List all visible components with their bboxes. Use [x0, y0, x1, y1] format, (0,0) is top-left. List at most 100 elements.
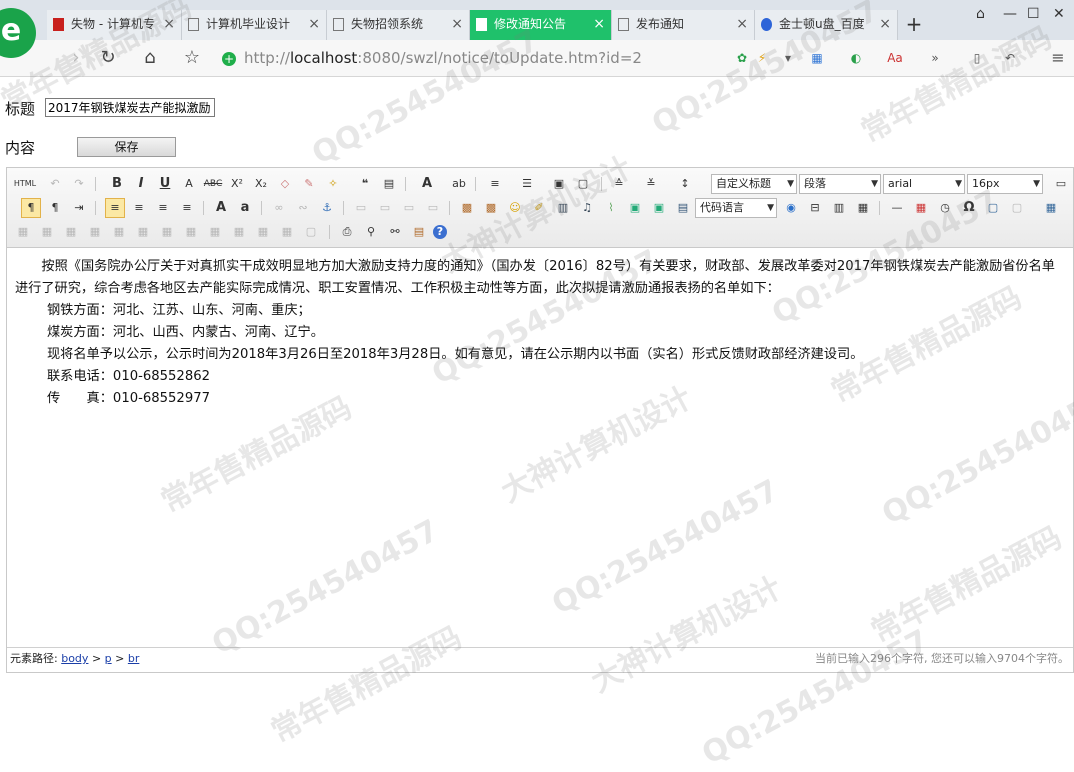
date-icon[interactable]: ▦: [911, 198, 931, 218]
web-picture-icon[interactable]: ◉: [781, 198, 801, 218]
close-icon[interactable]: ×: [163, 10, 175, 39]
horizontal-rule-icon[interactable]: —: [887, 198, 907, 218]
insert-caption-icon[interactable]: ▦: [253, 222, 273, 242]
font-size-select[interactable]: 16px ▼: [967, 174, 1043, 194]
insert-col-icon[interactable]: ▦: [61, 222, 81, 242]
tab-lost-items[interactable]: 失物 - 计算机专 ×: [47, 10, 182, 40]
image-none-icon[interactable]: ▭: [351, 198, 371, 218]
fullscreen-icon[interactable]: ▭: [1051, 174, 1071, 194]
delete-col-icon[interactable]: ▦: [85, 222, 105, 242]
path-item-body[interactable]: body: [61, 652, 88, 665]
word-image-icon[interactable]: ▢: [1007, 198, 1027, 218]
html-source-icon[interactable]: HTML: [13, 174, 37, 194]
special-chars-icon[interactable]: Ω: [959, 198, 979, 218]
print-icon[interactable]: ⎙: [337, 222, 357, 242]
code-language-select[interactable]: 代码语言 ▼: [695, 198, 777, 218]
close-icon[interactable]: ×: [879, 10, 891, 39]
direction-ltr-icon[interactable]: ¶: [21, 198, 41, 218]
search-replace-icon[interactable]: ⚯: [385, 222, 405, 242]
split-cols-icon[interactable]: ▦: [229, 222, 249, 242]
uppercase-icon[interactable]: A: [211, 198, 231, 218]
heading-select[interactable]: 自定义标题 ▼: [711, 174, 797, 194]
map-icon[interactable]: ▣: [625, 198, 645, 218]
more-chevron-icon[interactable]: »: [926, 49, 944, 67]
attachment-icon[interactable]: ⌇: [601, 198, 621, 218]
snapscreen-icon[interactable]: ▢: [983, 198, 1003, 218]
skin-icon[interactable]: ⌂: [976, 6, 985, 22]
subscript-icon[interactable]: X₂: [251, 174, 271, 194]
grid-apps-icon[interactable]: ▦: [808, 49, 826, 67]
insert-frame-icon[interactable]: ▤: [673, 198, 693, 218]
close-icon[interactable]: ×: [451, 10, 463, 39]
tab-publish-notice[interactable]: 发布通知 ×: [612, 10, 755, 40]
align-center-icon[interactable]: ≡: [129, 198, 149, 218]
undo-icon[interactable]: ↶: [1001, 49, 1019, 67]
emoticon-icon[interactable]: ☺: [505, 198, 525, 218]
row-spacing-top-icon[interactable]: ≙: [609, 174, 629, 194]
image-right-icon[interactable]: ▭: [399, 198, 419, 218]
draft-icon[interactable]: ▤: [409, 222, 429, 242]
image-left-icon[interactable]: ▭: [375, 198, 395, 218]
phone-icon[interactable]: ▯: [968, 49, 986, 67]
save-button[interactable]: 保存: [77, 137, 176, 157]
new-tab-button[interactable]: +: [900, 10, 928, 40]
link-icon[interactable]: ∞: [269, 198, 289, 218]
delete-row-icon[interactable]: ▦: [37, 222, 57, 242]
font-color-icon[interactable]: A: [417, 174, 437, 194]
close-icon[interactable]: ×: [593, 10, 605, 39]
chevron-down-icon[interactable]: ▾: [779, 49, 797, 67]
maximize-icon[interactable]: ☐: [1027, 6, 1040, 22]
eraser-icon[interactable]: ◇: [275, 174, 295, 194]
blockquote-icon[interactable]: ❝: [355, 174, 375, 194]
row-spacing-bottom-icon[interactable]: ≚: [641, 174, 661, 194]
indent-icon[interactable]: ⇥: [69, 198, 89, 218]
italic-icon[interactable]: I: [131, 174, 151, 194]
music-icon[interactable]: ♫: [577, 198, 597, 218]
align-right-icon[interactable]: ≡: [153, 198, 173, 218]
image-center-icon[interactable]: ▭: [423, 198, 443, 218]
tab-lost-found-system[interactable]: 失物招领系统 ×: [327, 10, 470, 40]
title-input[interactable]: [45, 98, 215, 117]
image-icon[interactable]: ▩: [457, 198, 477, 218]
paragraph-select[interactable]: 段落 ▼: [799, 174, 881, 194]
tab-edit-notice[interactable]: 修改通知公告 ×: [470, 10, 612, 40]
security-icon[interactable]: ◐: [847, 49, 865, 67]
auto-format-icon[interactable]: ✧: [323, 174, 343, 194]
close-icon[interactable]: ×: [308, 10, 320, 39]
select-all-icon[interactable]: ▣: [549, 174, 569, 194]
forward-icon[interactable]: ›: [64, 46, 88, 70]
path-item-br[interactable]: br: [128, 652, 140, 665]
unlink-icon[interactable]: ∾: [293, 198, 313, 218]
merge-cells-icon[interactable]: ▦: [109, 222, 129, 242]
align-justify-icon[interactable]: ≡: [177, 198, 197, 218]
redo-icon[interactable]: ↷: [69, 174, 89, 194]
background-icon[interactable]: ▦: [853, 198, 873, 218]
paste-plain-icon[interactable]: ▤: [379, 174, 399, 194]
multi-image-icon[interactable]: ▩: [481, 198, 501, 218]
video-icon[interactable]: ▥: [553, 198, 573, 218]
insert-row-icon[interactable]: ▦: [13, 222, 33, 242]
translate-icon[interactable]: Aa: [886, 49, 904, 67]
lightning-icon[interactable]: ⚡: [753, 49, 771, 67]
align-left-icon[interactable]: ≡: [105, 198, 125, 218]
highlight-icon[interactable]: ab: [449, 174, 469, 194]
bookmark-star-icon[interactable]: ☆: [180, 46, 204, 70]
reload-icon[interactable]: ↻: [96, 46, 120, 70]
line-height-icon[interactable]: ↕: [675, 174, 695, 194]
home-icon[interactable]: ⌂: [138, 46, 162, 70]
page-break-icon[interactable]: ⊟: [805, 198, 825, 218]
font-family-select[interactable]: arial ▼: [883, 174, 965, 194]
scrawl-icon[interactable]: ✐: [529, 198, 549, 218]
template-icon[interactable]: ▥: [829, 198, 849, 218]
shield-icon[interactable]: ✿: [733, 49, 751, 67]
close-icon[interactable]: ×: [736, 10, 748, 39]
time-icon[interactable]: ◷: [935, 198, 955, 218]
tab-graduation-design[interactable]: 计算机毕业设计 ×: [182, 10, 327, 40]
delete-table-icon[interactable]: ▦: [277, 222, 297, 242]
lowercase-icon[interactable]: a: [235, 198, 255, 218]
bold-icon[interactable]: B: [107, 174, 127, 194]
unordered-list-icon[interactable]: ☰: [517, 174, 537, 194]
table-props-icon[interactable]: ▢: [301, 222, 321, 242]
url-field[interactable]: + http://localhost:8080/swzl/notice/toUpd…: [222, 45, 727, 71]
format-brush-icon[interactable]: ✎: [299, 174, 319, 194]
